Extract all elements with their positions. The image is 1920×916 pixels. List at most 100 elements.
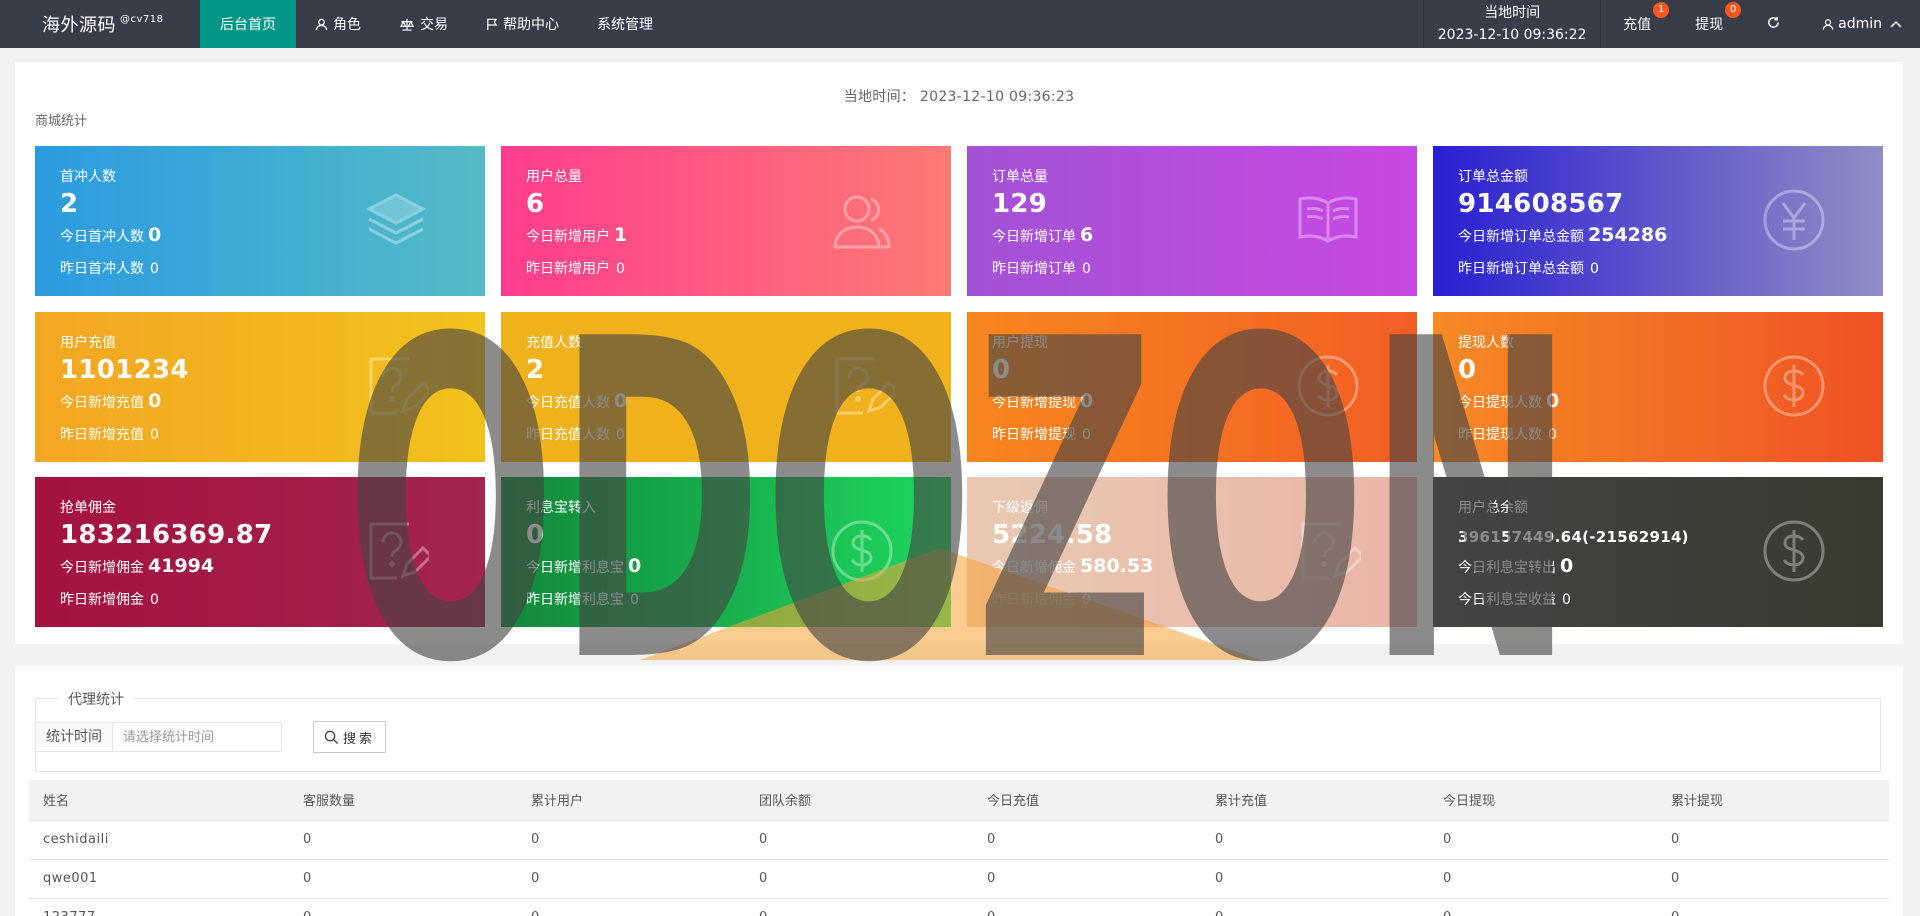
table-column-header[interactable]: 累计提现 — [1657, 780, 1889, 821]
stat-today-label: 今日新增利息宝 — [526, 560, 624, 576]
help-edit-icon — [829, 353, 900, 419]
stat-today-label: 今日新增订单 — [992, 229, 1076, 245]
recharge-link[interactable]: 充值 1 — [1601, 0, 1673, 48]
nav-item-roles[interactable]: 角色 — [296, 0, 380, 48]
table-column-header[interactable]: 今日提现 — [1429, 780, 1657, 821]
table-cell: 0 — [517, 859, 745, 899]
layers-icon — [363, 187, 429, 253]
table-cell: 0 — [745, 820, 973, 860]
stat-today-label: 今日首冲人数 — [60, 229, 144, 245]
stat-card-value: 1101234 — [60, 355, 189, 385]
stat-yesterday-label: 今日利息宝收益 — [1458, 592, 1556, 608]
stat-card-value: 0 — [526, 520, 545, 550]
nav-item-home[interactable]: 后台首页 — [200, 0, 296, 48]
nav-item-label: 帮助中心 — [503, 17, 559, 33]
stat-yesterday-value: 0 — [616, 427, 625, 443]
stat-today-value: 0 — [148, 390, 162, 412]
withdraw-label: 提现 — [1695, 17, 1724, 33]
recharge-label: 充值 — [1623, 17, 1652, 33]
stat-yesterday-value: 0 — [150, 427, 159, 443]
stat-today-label: 今日充值人数 — [526, 395, 610, 411]
table-cell: 0 — [1657, 820, 1889, 860]
stat-yesterday-value: 0 — [1082, 592, 1091, 608]
stat-yesterday-label: 昨日新增充值 — [60, 427, 144, 443]
nav-item-label: 后台首页 — [220, 17, 276, 33]
table-cell: 0 — [1657, 859, 1889, 899]
table-column-header[interactable]: 姓名 — [29, 780, 289, 821]
search-button[interactable]: 搜索 — [313, 721, 386, 753]
stat-card-yesterday: 昨日新增佣金 0 — [60, 589, 159, 609]
stat-yesterday-value: 0 — [1082, 261, 1091, 277]
table-column-header[interactable]: 团队余额 — [745, 780, 973, 821]
stat-card: 订单总金额 914608567 今日新增订单总金额 254286 昨日新增订单总金额 0 — [1433, 146, 1883, 296]
stat-yesterday-value: 0 — [1548, 427, 1557, 443]
logo[interactable]: 海外源码 @cv718 — [0, 0, 200, 48]
table-header-row: 姓名 客服数量 累计用户 团队余额 今日充值 累计充值 今日提现 累计提现 — [29, 780, 1889, 821]
stat-card-value: 183216369.87 — [60, 520, 273, 550]
user-name: admin — [1838, 16, 1882, 32]
stat-today-value: 0 — [628, 555, 642, 577]
table-cell: 0 — [289, 820, 517, 860]
stat-card: 用户总余额 396157449.64(-21562914) 今日利息宝转出 0 今日利息… — [1433, 477, 1883, 627]
withdraw-link[interactable]: 提现 0 — [1673, 0, 1745, 48]
stat-card: 用户充值 1101234 今日新增充值 0 昨日新增充值 0 — [35, 312, 485, 462]
stat-yesterday-value: 0 — [1562, 592, 1571, 608]
recharge-badge: 1 — [1653, 2, 1670, 18]
stat-card-yesterday: 昨日新增利息宝 0 — [526, 589, 639, 609]
table-cell: 0 — [517, 898, 745, 916]
user-icon — [1822, 18, 1834, 31]
nav-item-trade[interactable]: 交易 — [380, 0, 467, 48]
table-row[interactable]: qwe001 0 0 0 0 0 0 0 — [29, 859, 1889, 899]
logo-subtext: @cv718 — [120, 13, 164, 25]
stat-yesterday-label: 昨日首冲人数 — [60, 261, 144, 277]
stat-card: 充值人数 2 今日充值人数 0 昨日充值人数 0 — [501, 312, 951, 462]
search-button-label: 搜索 — [342, 731, 375, 747]
stat-today-value: 41994 — [148, 555, 215, 577]
stat-yesterday-label: 昨日新增用户 — [526, 261, 610, 277]
nav-item-help-center[interactable]: 帮助中心 — [467, 0, 578, 48]
nav-item-system[interactable]: 系统管理 — [578, 0, 672, 48]
stat-time-input[interactable] — [112, 722, 282, 752]
local-time-box: 当地时间 2023-12-10 09:36:22 — [1423, 0, 1602, 48]
stat-yesterday-value: 0 — [1590, 261, 1599, 277]
table-row[interactable]: ceshidaili 0 0 0 0 0 0 0 — [29, 820, 1889, 860]
stat-card-yesterday: 昨日提现人数 0 — [1458, 424, 1557, 444]
table-column-header[interactable]: 客服数量 — [289, 780, 517, 821]
table-row[interactable]: 1237770000000 — [29, 898, 1889, 916]
stat-card-title: 充值人数 — [526, 335, 582, 351]
table-column-header[interactable]: 今日充值 — [973, 780, 1201, 821]
table-column-header[interactable]: 累计充值 — [1201, 780, 1429, 821]
local-time-display: 当地时间： 2023-12-10 09:36:23 — [843, 89, 1075, 105]
user-menu[interactable]: admin — [1802, 0, 1920, 48]
table-column-header[interactable]: 累计用户 — [517, 780, 745, 821]
agent-filter-fieldset: 代理统计 — [35, 689, 1881, 772]
table-cell: 0 — [1201, 820, 1429, 860]
table-cell: 0 — [289, 898, 517, 916]
stat-yesterday-value: 0 — [630, 592, 639, 608]
stat-today-value: 6 — [1080, 224, 1094, 246]
table-cell: 0 — [517, 820, 745, 860]
stat-today-label: 今日新增用户 — [526, 229, 610, 245]
refresh-button[interactable] — [1745, 0, 1802, 48]
stat-today-value: 0 — [614, 390, 628, 412]
table-cell: 0 — [1657, 898, 1889, 916]
stat-card-yesterday: 昨日新增佣金 0 — [992, 589, 1091, 609]
stat-card-today: 今日提现人数 0 — [1458, 390, 1559, 412]
stat-card: 提现人数 0 今日提现人数 0 昨日提现人数 0 — [1433, 312, 1883, 462]
stat-card-title: 订单总量 — [992, 169, 1048, 185]
mall-stats-panel: 当地时间： 2023-12-10 09:36:23 商城统计 首冲人数 2 今日首冲… — [15, 62, 1903, 644]
stat-card-title: 用户总量 — [526, 169, 582, 185]
stat-card-today: 今日利息宝转出 0 — [1458, 555, 1573, 577]
stat-card-title: 首冲人数 — [60, 169, 116, 185]
table-cell: 0 — [973, 898, 1201, 916]
stat-today-label: 今日新增订单总金额 — [1458, 229, 1584, 245]
stat-today-value: 580.53 — [1080, 555, 1154, 577]
stat-card: 利息宝转入 0 今日新增利息宝 0 昨日新增利息宝 0 — [501, 477, 951, 627]
stat-card-today: 今日新增利息宝 0 — [526, 555, 641, 577]
search-icon — [324, 730, 339, 745]
stat-card-value: 5224.58 — [992, 520, 1113, 550]
stat-card-today: 今日新增提现 0 — [992, 390, 1093, 412]
table-cell: ceshidaili — [29, 820, 289, 860]
table-cell: 0 — [1429, 859, 1657, 899]
stat-today-value: 1 — [614, 224, 628, 246]
